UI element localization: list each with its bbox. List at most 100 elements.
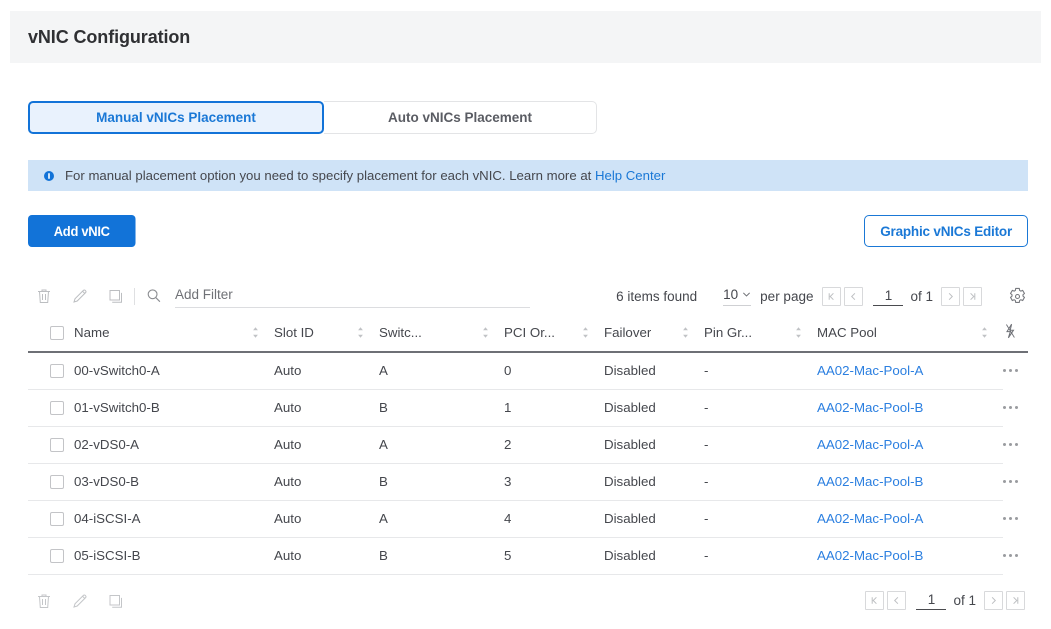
table-row[interactable]: 02-vDS0-A Auto A 2 Disabled - AA02-Mac-P… — [28, 426, 1028, 464]
first-page-icon — [872, 596, 878, 605]
column-header-slot-id[interactable]: Slot ID — [274, 316, 379, 353]
cell-name: 01-vSwitch0-B — [74, 389, 274, 427]
column-header-name[interactable]: Name — [74, 316, 274, 353]
next-page-icon — [948, 292, 954, 300]
cell-pci-order: 3 — [504, 463, 604, 501]
column-header-mac-pool[interactable]: MAC Pool — [817, 316, 1003, 353]
column-header-pci-order[interactable]: PCI Or... — [504, 316, 604, 353]
cell-mac-pool: AA02-Mac-Pool-B — [817, 463, 1003, 501]
cell-name: 02-vDS0-A — [74, 426, 274, 464]
lightning-bolt-icon — [1006, 323, 1015, 339]
page-number-input[interactable] — [873, 286, 904, 306]
cell-pci-order: 5 — [504, 537, 604, 575]
column-header-failover[interactable]: Failover — [604, 316, 704, 353]
row-checkbox[interactable] — [50, 511, 64, 526]
cell-slot-id: Auto — [274, 500, 379, 538]
row-actions-menu-icon[interactable] — [1003, 443, 1028, 446]
help-center-link[interactable]: Help Center — [595, 168, 665, 183]
table-row[interactable]: 01-vSwitch0-B Auto B 1 Disabled - AA02-M… — [28, 389, 1028, 427]
table-row[interactable]: 04-iSCSI-A Auto A 4 Disabled - AA02-Mac-… — [28, 500, 1028, 538]
next-page-button[interactable] — [941, 286, 960, 306]
row-actions-cell — [1003, 463, 1028, 500]
row-select-cell — [28, 352, 74, 390]
row-actions-menu-icon[interactable] — [1003, 517, 1028, 520]
cell-slot-id: Auto — [274, 463, 379, 501]
prev-page-icon — [894, 596, 899, 605]
row-checkbox[interactable] — [50, 363, 64, 378]
table-header-row: Name Slot ID Switc... PCI Or... Failover… — [28, 316, 1028, 353]
cell-pin-group: - — [704, 352, 817, 390]
cell-pin-group: - — [704, 463, 817, 501]
row-actions-menu-icon[interactable] — [1003, 369, 1028, 373]
delete-icon[interactable] — [34, 591, 54, 611]
footer-page-total-label: of 1 — [953, 593, 976, 608]
cell-failover: Disabled — [604, 352, 704, 390]
row-select-cell — [28, 426, 74, 464]
sort-icon — [982, 327, 987, 338]
vnic-table-section: 6 items found 10 per page — [28, 276, 1028, 627]
cell-mac-pool: AA02-Mac-Pool-B — [817, 389, 1003, 427]
table-row[interactable]: 00-vSwitch0-A Auto A 0 Disabled - AA02-M… — [28, 352, 1028, 390]
column-header-switch-id[interactable]: Switc... — [379, 316, 504, 353]
row-actions-cell — [1003, 537, 1028, 574]
row-checkbox[interactable] — [50, 474, 64, 489]
cell-pin-group: - — [704, 500, 817, 538]
column-label: Name — [74, 325, 110, 340]
row-actions-menu-icon[interactable] — [1003, 406, 1028, 409]
table-footer: of 1 — [28, 575, 1028, 627]
column-header-actions — [1003, 316, 1028, 353]
toolbar-divider — [134, 287, 135, 305]
edit-icon[interactable] — [70, 286, 90, 306]
next-page-button[interactable] — [984, 591, 1003, 610]
mac-pool-link[interactable]: AA02-Mac-Pool-B — [817, 548, 923, 563]
row-actions-cell — [1003, 500, 1028, 537]
clone-icon[interactable] — [106, 591, 126, 611]
table-pagination: 6 items found 10 per page 1 of 1 — [616, 276, 1028, 316]
row-select-cell — [28, 537, 74, 575]
mac-pool-link[interactable]: AA02-Mac-Pool-B — [817, 400, 923, 415]
info-icon — [44, 170, 54, 181]
prev-page-button[interactable] — [844, 286, 864, 306]
row-actions-cell — [1003, 389, 1028, 426]
sort-icon — [796, 327, 801, 338]
tab-manual-vnics-placement[interactable]: Manual vNICs Placement — [28, 101, 324, 134]
first-page-button[interactable] — [865, 591, 885, 610]
cell-pci-order: 4 — [504, 500, 604, 538]
mac-pool-link[interactable]: AA02-Mac-Pool-B — [817, 474, 923, 489]
chevron-down-icon — [743, 292, 751, 297]
clone-icon[interactable] — [106, 286, 126, 306]
info-banner-text: For manual placement option you need to … — [65, 168, 592, 183]
column-label: Failover — [604, 325, 652, 340]
last-page-button[interactable] — [963, 286, 982, 306]
row-checkbox[interactable] — [50, 437, 64, 452]
search-icon[interactable] — [145, 287, 163, 305]
mac-pool-link[interactable]: AA02-Mac-Pool-A — [817, 437, 923, 452]
column-label: Switc... — [379, 325, 422, 340]
gear-icon[interactable] — [1007, 286, 1028, 307]
graphic-vnics-editor-button[interactable]: Graphic vNICs Editor — [864, 215, 1028, 247]
delete-icon[interactable] — [34, 286, 54, 306]
sort-icon — [358, 327, 363, 338]
next-page-icon — [991, 596, 997, 605]
row-actions-menu-icon[interactable] — [1003, 554, 1028, 557]
per-page-select[interactable]: 10 — [723, 287, 752, 306]
row-checkbox[interactable] — [50, 548, 64, 563]
footer-page-number-input[interactable] — [916, 591, 947, 610]
column-header-pin-group[interactable]: Pin Gr... — [704, 316, 817, 353]
last-page-button[interactable] — [1006, 591, 1025, 610]
first-page-icon — [829, 292, 835, 300]
prev-page-button[interactable] — [887, 591, 907, 610]
mac-pool-link[interactable]: AA02-Mac-Pool-A — [817, 363, 923, 378]
select-all-checkbox[interactable] — [50, 325, 64, 340]
mac-pool-link[interactable]: AA02-Mac-Pool-A — [817, 511, 923, 526]
tab-auto-vnics-placement[interactable]: Auto vNICs Placement — [324, 101, 597, 134]
table-row[interactable]: 05-iSCSI-B Auto B 5 Disabled - AA02-Mac-… — [28, 537, 1028, 575]
row-actions-menu-icon[interactable] — [1003, 480, 1028, 483]
table-row[interactable]: 03-vDS0-B Auto B 3 Disabled - AA02-Mac-P… — [28, 463, 1028, 501]
page-header: vNIC Configuration — [10, 11, 1041, 63]
add-vnic-button[interactable]: Add vNIC — [28, 215, 136, 247]
first-page-button[interactable] — [822, 286, 842, 306]
edit-icon[interactable] — [70, 591, 90, 611]
row-checkbox[interactable] — [50, 400, 64, 415]
filter-input[interactable] — [175, 284, 530, 308]
